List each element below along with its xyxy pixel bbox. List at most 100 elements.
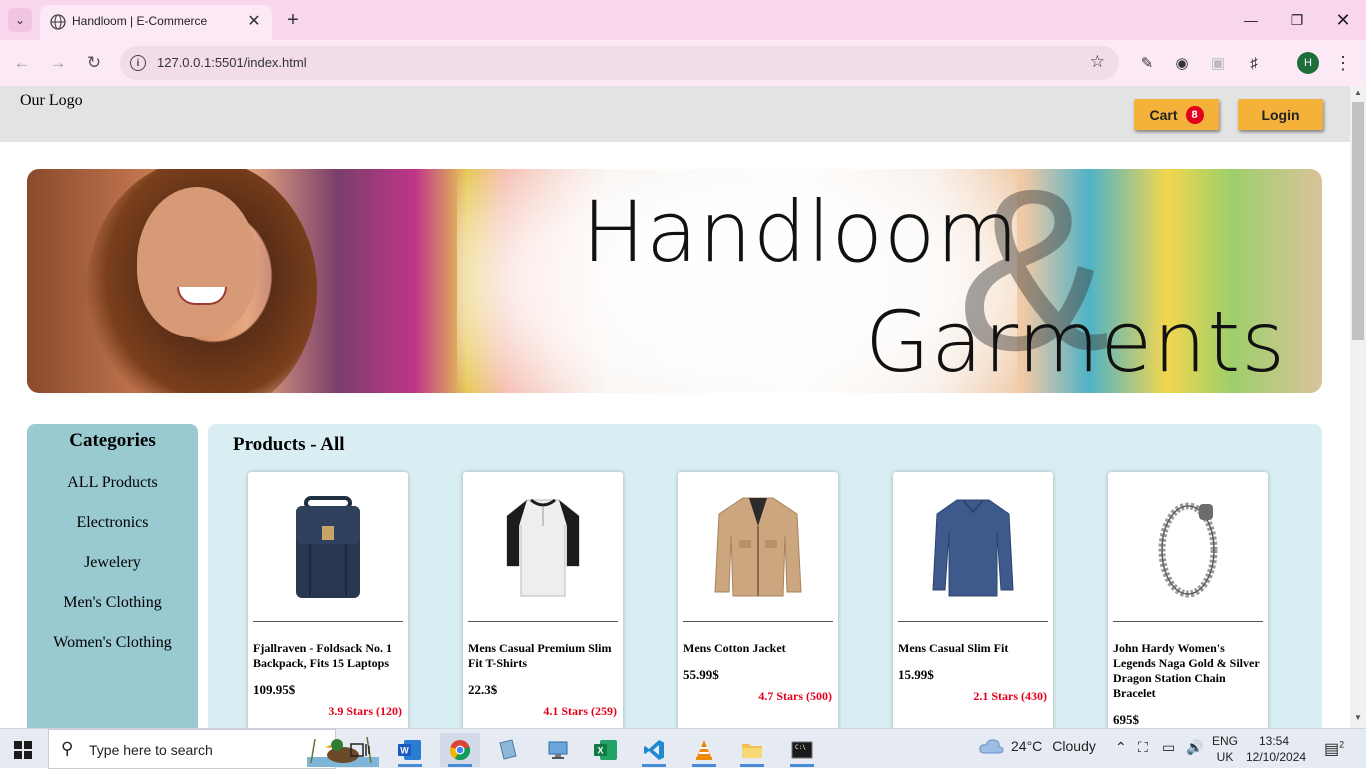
browser-menu-icon[interactable]: ⋮ — [1334, 52, 1352, 74]
task-view-icon[interactable] — [340, 733, 380, 767]
vscode-app-icon[interactable] — [634, 733, 674, 767]
cart-label: Cart — [1149, 106, 1178, 123]
taskbar-search-box[interactable]: ⚲ Type here to search — [48, 729, 379, 769]
card-divider — [898, 621, 1048, 622]
tray-chevron-icon[interactable]: ⌃ — [1115, 739, 1127, 756]
category-electronics[interactable]: Electronics — [27, 514, 198, 532]
restore-icon[interactable]: ❐ — [1274, 6, 1320, 34]
svg-text:W: W — [400, 746, 409, 756]
card-divider — [1113, 621, 1263, 622]
bracelet-icon — [1118, 480, 1258, 616]
eyedropper-extension-icon[interactable]: ✎ — [1136, 52, 1158, 74]
product-name: Mens Casual Premium Slim Fit T-Shirts — [468, 641, 612, 670]
word-app-icon[interactable]: W — [390, 733, 430, 767]
forward-arrow-icon[interactable]: → — [45, 50, 71, 76]
product-name: Mens Cotton Jacket — [683, 641, 786, 655]
weather-temp: 24°C — [1011, 738, 1043, 754]
browser-tab[interactable]: Handloom | E-Commerce ✕ — [40, 5, 272, 40]
card-divider — [683, 621, 833, 622]
card-divider — [253, 621, 403, 622]
puzzle-extensions-icon[interactable]: ♯ — [1243, 52, 1265, 74]
reload-icon[interactable]: ↻ — [81, 50, 107, 76]
browser-tab-strip: ⌄ Handloom | E-Commerce ✕ + — ❐ ✕ — [0, 0, 1366, 40]
windows-start-icon[interactable] — [14, 741, 32, 759]
product-rating: 3.9 Stars (120) — [328, 704, 402, 718]
product-card[interactable]: Mens Casual Slim Fit 15.99$ 2.1 Stars (4… — [893, 472, 1053, 728]
longsleeve-shirt-icon — [903, 480, 1043, 616]
category-womens-clothing[interactable]: Women's Clothing — [27, 634, 198, 652]
back-arrow-icon[interactable]: ← — [9, 50, 35, 76]
address-bar[interactable]: i 127.0.0.1:5501/index.html ☆ — [120, 46, 1119, 80]
banner-title-line1: Handloom — [582, 183, 1020, 281]
card-divider — [468, 621, 618, 622]
backpack-icon — [258, 480, 398, 616]
product-card[interactable]: John Hardy Women's Legends Naga Gold & S… — [1108, 472, 1268, 728]
categories-sidebar: Categories ALL Products Electronics Jewe… — [27, 424, 198, 728]
scroll-thumb[interactable] — [1352, 102, 1364, 340]
page-scrollbar[interactable]: ▲ ▼ — [1350, 86, 1366, 728]
windows-taskbar: ⚲ Type here to search W X C:\ 24°C Cloud… — [0, 728, 1366, 769]
category-all-products[interactable]: ALL Products — [27, 474, 198, 492]
category-mens-clothing[interactable]: Men's Clothing — [27, 594, 198, 612]
close-window-icon[interactable]: ✕ — [1320, 6, 1366, 34]
language-indicator[interactable]: ENG UK — [1212, 733, 1238, 765]
bookmark-star-icon[interactable]: ☆ — [1090, 52, 1105, 72]
minimize-icon[interactable]: — — [1228, 6, 1274, 34]
url-text[interactable]: 127.0.0.1:5501/index.html — [157, 55, 307, 70]
product-name: John Hardy Women's Legends Naga Gold & S… — [1113, 641, 1260, 700]
site-header: Our Logo Cart 8 Login — [0, 86, 1350, 142]
cloud-icon — [979, 739, 1004, 754]
globe-icon — [50, 14, 66, 30]
weather-widget[interactable]: 24°C Cloudy — [978, 737, 1096, 755]
product-price: 109.95$ — [253, 682, 296, 697]
clock-time: 13:54 — [1258, 734, 1290, 748]
weather-desc: Cloudy — [1052, 738, 1096, 754]
product-price: 695$ — [1113, 712, 1139, 727]
product-name: Mens Casual Slim Fit — [898, 641, 1009, 655]
product-rating: 4.7 Stars (500) — [758, 689, 832, 703]
extension-icon[interactable]: ▣ — [1207, 52, 1229, 74]
product-price: 15.99$ — [898, 667, 934, 682]
scroll-up-arrow-icon[interactable]: ▲ — [1350, 88, 1366, 100]
hero-banner: & Handloom Garments — [27, 169, 1322, 393]
computer-app-icon[interactable] — [538, 733, 578, 767]
file-explorer-icon[interactable] — [732, 733, 772, 767]
product-card[interactable]: Fjallraven - Foldsack No. 1 Backpack, Fi… — [248, 472, 408, 728]
volume-icon[interactable]: 🔊 — [1186, 739, 1203, 756]
scroll-down-arrow-icon[interactable]: ▼ — [1350, 713, 1366, 725]
cart-count-badge: 8 — [1185, 105, 1204, 124]
chrome-app-icon[interactable] — [440, 733, 480, 767]
record-extension-icon[interactable]: ◉ — [1171, 52, 1193, 74]
cart-button[interactable]: Cart 8 — [1134, 99, 1219, 130]
product-rating: 2.1 Stars (430) — [973, 689, 1047, 703]
site-info-icon[interactable]: i — [130, 55, 146, 71]
clock-date: 12/10/2024 — [1246, 750, 1307, 764]
tab-close-icon[interactable]: ✕ — [244, 11, 264, 31]
banner-title-line2: Garments — [865, 293, 1287, 391]
banner-model-face — [137, 187, 257, 337]
notepad-app-icon[interactable] — [488, 733, 528, 767]
search-icon: ⚲ — [61, 739, 74, 758]
excel-app-icon[interactable]: X — [586, 733, 626, 767]
terminal-app-icon[interactable]: C:\ — [782, 733, 822, 767]
new-tab-button[interactable]: + — [281, 8, 305, 32]
category-jewelery[interactable]: Jewelery — [27, 554, 198, 572]
profile-avatar[interactable]: H — [1297, 52, 1319, 74]
svg-text:X: X — [597, 746, 603, 756]
site-logo[interactable]: Our Logo — [20, 92, 83, 110]
products-panel: Products - All Fjallraven - Foldsack No.… — [208, 424, 1322, 728]
login-button[interactable]: Login — [1238, 99, 1323, 130]
vlc-app-icon[interactable] — [684, 733, 724, 767]
taskbar-search-placeholder: Type here to search — [89, 742, 213, 758]
system-clock[interactable]: 13:54 12/10/2024 — [1246, 733, 1307, 765]
products-heading: Products - All — [233, 434, 345, 455]
product-card[interactable]: Mens Casual Premium Slim Fit T-Shirts 22… — [463, 472, 623, 728]
language-code: ENG — [1212, 734, 1239, 748]
product-card[interactable]: Mens Cotton Jacket 55.99$ 4.7 Stars (500… — [678, 472, 838, 728]
page-viewport: Our Logo Cart 8 Login & Handloom Garment… — [0, 86, 1350, 728]
tab-search-chevron-icon[interactable]: ⌄ — [8, 8, 32, 32]
meet-now-icon[interactable]: ⛶ — [1138, 739, 1148, 756]
battery-icon[interactable]: ▭ — [1162, 739, 1175, 756]
notification-center-icon[interactable]: ▤2 — [1324, 739, 1344, 759]
product-price: 22.3$ — [468, 682, 498, 697]
